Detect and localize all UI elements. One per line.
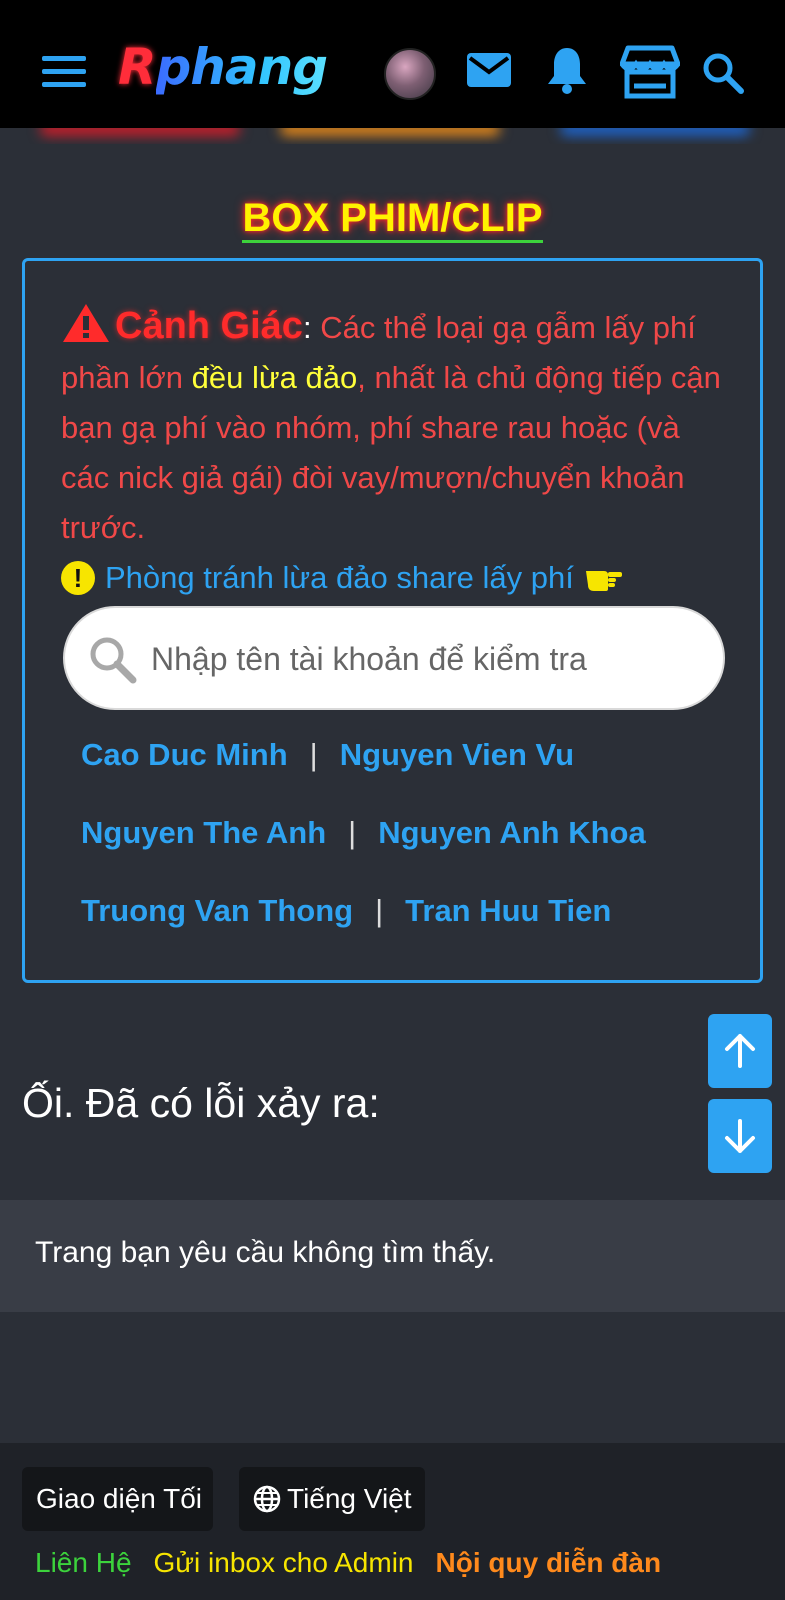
scam-tip-link[interactable]: ! Phòng tránh lừa đảo share lấy phí	[61, 559, 624, 596]
name-link[interactable]: Nguyen The Anh	[81, 815, 326, 850]
error-message-block: Trang bạn yêu cầu không tìm thấy.	[0, 1200, 785, 1312]
scroll-top-button[interactable]	[708, 1014, 772, 1088]
contact-link[interactable]: Liên Hệ	[35, 1547, 132, 1578]
exclamation-icon: !	[61, 560, 95, 595]
pointing-hand-icon	[585, 570, 622, 591]
name-link[interactable]: Tran Huu Tien	[405, 893, 611, 928]
inbox-admin-link[interactable]: Gửi inbox cho Admin	[154, 1547, 414, 1578]
scroll-bottom-button[interactable]	[708, 1099, 772, 1173]
name-row: Truong Van Thong | Tran Huu Tien	[81, 893, 612, 928]
store-icon[interactable]	[620, 44, 680, 100]
footer-links: Liên Hệ Gửi inbox cho Admin Nội quy diễn đ…	[35, 1547, 683, 1579]
top-bar: Rphang	[0, 0, 785, 128]
forum-rules-link[interactable]: Nội quy diễn đàn	[436, 1547, 662, 1578]
warning-text: Cảnh Giác: Các thể loại gạ gẫm lấy phí p…	[61, 301, 721, 553]
arrow-up-icon	[725, 1034, 755, 1068]
account-check-search[interactable]	[63, 606, 725, 710]
mail-icon[interactable]	[466, 52, 512, 88]
error-title: Ối. Đã có lỗi xảy ra:	[22, 1080, 380, 1126]
globe-icon	[253, 1485, 281, 1513]
footer: Giao diện Tối Tiếng Việt Liên Hệ Gửi inbo…	[0, 1443, 785, 1600]
warning-icon	[63, 304, 109, 342]
arrow-down-icon	[725, 1119, 755, 1153]
page-title: BOX PHIM/CLIP	[0, 196, 785, 243]
error-message: Trang bạn yêu cầu không tìm thấy.	[35, 1236, 496, 1269]
search-icon[interactable]	[702, 52, 744, 94]
theme-toggle-button[interactable]: Giao diện Tối	[22, 1467, 213, 1531]
name-link[interactable]: Cao Duc Minh	[81, 737, 288, 772]
account-search-input[interactable]	[151, 626, 701, 692]
avatar[interactable]	[384, 48, 436, 100]
site-logo[interactable]: Rphang	[118, 42, 328, 92]
name-row: Nguyen The Anh | Nguyen Anh Khoa	[81, 815, 646, 850]
warning-panel: Cảnh Giác: Các thể loại gạ gẫm lấy phí p…	[22, 258, 763, 983]
scammer-name-list: Cao Duc Minh | Nguyen Vien Vu Nguyen The A…	[81, 737, 741, 937]
name-link[interactable]: Nguyen Vien Vu	[340, 737, 574, 772]
name-link[interactable]: Nguyen Anh Khoa	[378, 815, 646, 850]
search-icon	[90, 637, 137, 684]
name-link[interactable]: Truong Van Thong	[81, 893, 353, 928]
bell-icon[interactable]	[546, 46, 588, 94]
name-row: Cao Duc Minh | Nguyen Vien Vu	[81, 737, 575, 772]
language-button[interactable]: Tiếng Việt	[239, 1467, 425, 1531]
warning-highlight: đều lừa đảo	[191, 360, 358, 395]
warning-title: Cảnh Giác	[115, 305, 303, 347]
menu-icon[interactable]	[42, 56, 86, 90]
